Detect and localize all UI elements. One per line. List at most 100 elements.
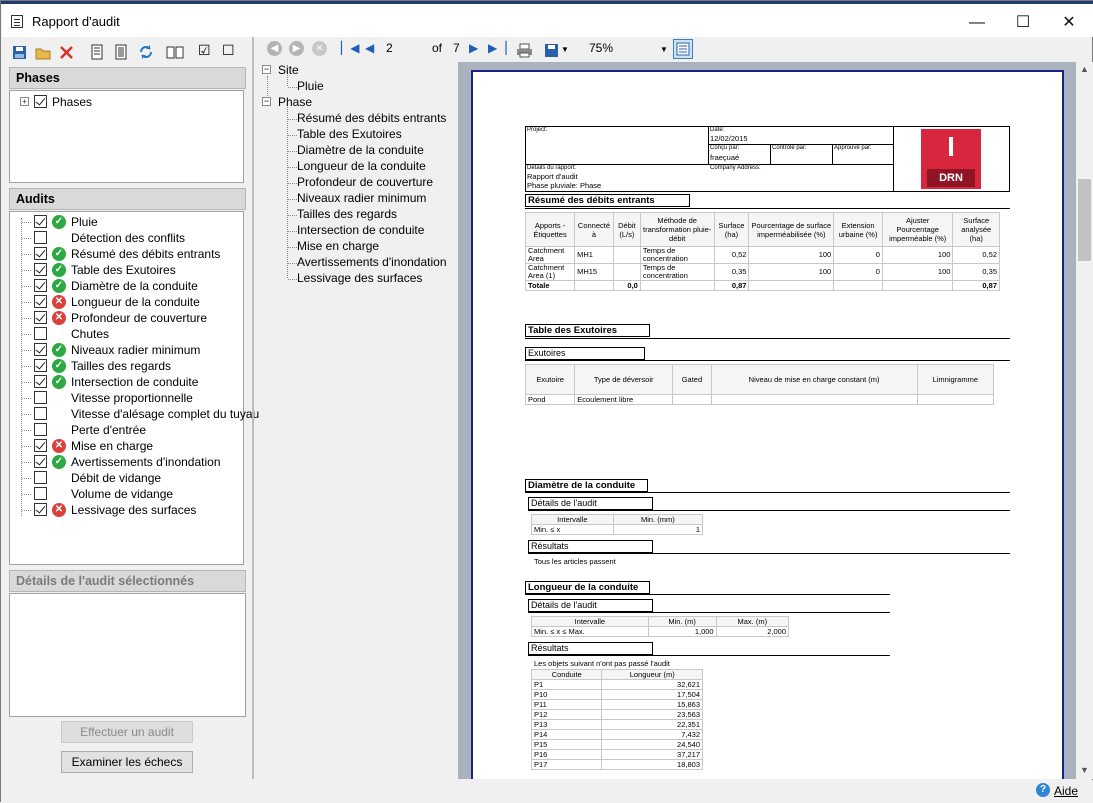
tree-item[interactable]: Niveaux radier minimum bbox=[297, 191, 426, 205]
report-viewer[interactable]: Project: Date: 12/02/2015 Conçu par: fra… bbox=[458, 62, 1076, 779]
save-icon[interactable] bbox=[12, 45, 27, 60]
expand-icon[interactable]: + bbox=[20, 97, 29, 106]
tree-item[interactable]: Avertissements d'inondation bbox=[297, 255, 447, 269]
tree-item[interactable]: Intersection de conduite bbox=[297, 223, 424, 237]
tree-item[interactable]: Table des Exutoires bbox=[297, 127, 402, 141]
page-total: 7 bbox=[453, 41, 460, 55]
audit-checkbox[interactable] bbox=[34, 327, 47, 340]
audit-item-label[interactable]: Pluie bbox=[71, 215, 98, 229]
tree-connector bbox=[22, 494, 31, 495]
page-number-input[interactable]: 2 bbox=[386, 41, 393, 55]
review-failures-button[interactable]: Examiner les échecs bbox=[61, 751, 193, 773]
report-scrollbar[interactable]: ▲ ▼ bbox=[1076, 62, 1093, 779]
tree-item[interactable]: Résumé des débits entrants bbox=[297, 111, 446, 125]
maximize-button[interactable]: ☐ bbox=[1000, 7, 1046, 38]
tree-phase[interactable]: Phase bbox=[278, 95, 312, 109]
help-link[interactable]: Aide bbox=[1054, 784, 1078, 798]
audit-item-label[interactable]: Mise en charge bbox=[71, 439, 153, 453]
scroll-thumb[interactable] bbox=[1078, 179, 1091, 261]
tree-site[interactable]: Site bbox=[278, 63, 299, 77]
scroll-up-icon[interactable]: ▲ bbox=[1080, 64, 1089, 74]
minimize-button[interactable]: — bbox=[954, 7, 1000, 38]
tree-item[interactable]: Profondeur de couverture bbox=[297, 175, 433, 189]
prev-page-icon[interactable]: ◀ bbox=[365, 41, 374, 55]
tree-item[interactable]: Lessivage des surfaces bbox=[297, 271, 422, 285]
forward-icon[interactable]: ▶ bbox=[289, 41, 304, 56]
length-details: Détails de l'audit bbox=[531, 600, 597, 610]
run-audit-button[interactable]: Effectuer un audit bbox=[61, 721, 193, 743]
audit-checkbox[interactable] bbox=[34, 375, 47, 388]
table-cell: 0,52 bbox=[952, 246, 1000, 264]
audit-checkbox[interactable] bbox=[34, 231, 47, 244]
audit-item-label[interactable]: Vitesse proportionnelle bbox=[71, 391, 193, 405]
zoom-dropdown-icon[interactable]: ▼ bbox=[660, 45, 668, 54]
audit-checkbox[interactable] bbox=[34, 439, 47, 452]
audit-item-label[interactable]: Avertissements d'inondation bbox=[71, 455, 221, 469]
audit-checkbox[interactable] bbox=[34, 423, 47, 436]
tree-item[interactable]: Diamètre de la conduite bbox=[297, 143, 424, 157]
audit-checkbox[interactable] bbox=[34, 487, 47, 500]
toggle-tree-icon[interactable] bbox=[673, 39, 693, 59]
audit-item-label[interactable]: Volume de vidange bbox=[71, 487, 173, 501]
close-window-button[interactable]: ✕ bbox=[1046, 7, 1092, 38]
collapse-icon[interactable]: − bbox=[262, 97, 271, 106]
audit-item-label[interactable]: Intersection de conduite bbox=[71, 375, 198, 389]
last-page-icon[interactable]: ▶▕ bbox=[488, 41, 506, 55]
stop-icon[interactable]: ✕ bbox=[312, 41, 327, 56]
print-icon[interactable] bbox=[516, 43, 533, 58]
uncheck-all-icon[interactable]: ☐ bbox=[222, 42, 235, 59]
back-icon[interactable]: ◀ bbox=[267, 41, 282, 56]
audit-checkbox[interactable] bbox=[34, 311, 47, 324]
audit-item-label[interactable]: Diamètre de la conduite bbox=[71, 279, 198, 293]
audit-item-label[interactable]: Tailles des regards bbox=[71, 359, 171, 373]
report-list-icon[interactable] bbox=[115, 44, 127, 60]
export-save-icon[interactable] bbox=[544, 43, 559, 58]
tree-item[interactable]: Pluie bbox=[297, 79, 324, 93]
audit-item-label[interactable]: Table des Exutoires bbox=[71, 263, 176, 277]
audit-checkbox[interactable] bbox=[34, 343, 47, 356]
tree-item[interactable]: Longueur de la conduite bbox=[297, 159, 426, 173]
export-dropdown-icon[interactable]: ▼ bbox=[561, 45, 569, 54]
audit-item-label[interactable]: Résumé des débits entrants bbox=[71, 247, 220, 261]
report-page-icon[interactable] bbox=[91, 44, 103, 60]
splitter[interactable] bbox=[252, 37, 254, 779]
audit-item-label[interactable]: Perte d'entrée bbox=[71, 423, 146, 437]
scroll-down-icon[interactable]: ▼ bbox=[1080, 765, 1089, 775]
pass-icon: ✓ bbox=[52, 455, 66, 469]
next-page-icon[interactable]: ▶ bbox=[469, 41, 478, 55]
audit-item-label[interactable]: Longueur de la conduite bbox=[71, 295, 200, 309]
audit-item-label[interactable]: Lessivage des surfaces bbox=[71, 503, 196, 517]
audit-checkbox[interactable] bbox=[34, 279, 47, 292]
audit-checkbox[interactable] bbox=[34, 295, 47, 308]
tree-connector bbox=[287, 75, 288, 86]
audit-item-label[interactable]: Détection des conflits bbox=[71, 231, 185, 245]
phases-checkbox[interactable] bbox=[34, 95, 47, 108]
audit-checkbox[interactable] bbox=[34, 503, 47, 516]
check-all-icon[interactable]: ☑ bbox=[198, 42, 211, 59]
first-page-icon[interactable]: ▏◀ bbox=[341, 41, 359, 55]
zoom-select[interactable]: 75% bbox=[589, 41, 613, 55]
tree-item[interactable]: Mise en charge bbox=[297, 239, 379, 253]
audit-item-label[interactable]: Vitesse d'alésage complet du tuyau bbox=[71, 407, 259, 421]
audit-checkbox[interactable] bbox=[34, 455, 47, 468]
audit-item-label[interactable]: Débit de vidange bbox=[71, 471, 161, 485]
delete-icon[interactable] bbox=[59, 45, 74, 60]
audit-checkbox[interactable] bbox=[34, 215, 47, 228]
audit-item-label[interactable]: Niveaux radier minimum bbox=[71, 343, 200, 357]
help-icon[interactable]: ? bbox=[1036, 783, 1050, 797]
audit-item-label[interactable]: Chutes bbox=[71, 327, 109, 341]
audit-checkbox[interactable] bbox=[34, 471, 47, 484]
tree-item[interactable]: Tailles des regards bbox=[297, 207, 397, 221]
refresh-icon[interactable] bbox=[138, 44, 154, 60]
audit-item-label[interactable]: Profondeur de couverture bbox=[71, 311, 207, 325]
audit-checkbox[interactable] bbox=[34, 391, 47, 404]
open-folder-icon[interactable] bbox=[35, 45, 51, 60]
audit-checkbox[interactable] bbox=[34, 407, 47, 420]
fail-icon: ✕ bbox=[52, 311, 66, 325]
audit-checkbox[interactable] bbox=[34, 359, 47, 372]
audit-checkbox[interactable] bbox=[34, 247, 47, 260]
audit-checkbox[interactable] bbox=[34, 263, 47, 276]
collapse-icon[interactable]: − bbox=[262, 65, 271, 74]
book-icon[interactable] bbox=[166, 45, 184, 59]
diameter-title: Diamètre de la conduite bbox=[528, 480, 636, 491]
